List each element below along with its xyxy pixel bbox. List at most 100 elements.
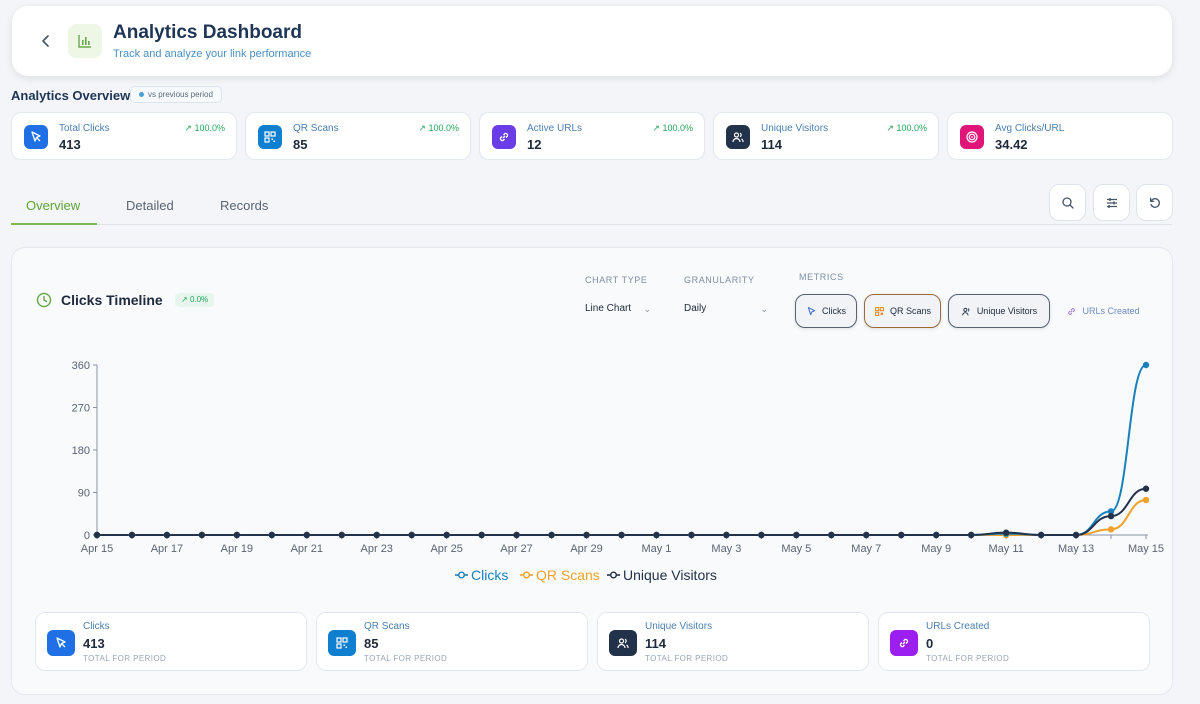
data-point-unique-visitors xyxy=(478,531,485,539)
summary-card-unique-visitors: Unique Visitors 114 TOTAL FOR PERIOD xyxy=(597,612,869,671)
data-point-clicks xyxy=(1142,361,1150,369)
legend-marker xyxy=(610,571,618,579)
chevron-left-icon xyxy=(42,35,49,47)
summary-label: Unique Visitors xyxy=(645,621,713,632)
legend-label: Unique Visitors xyxy=(623,567,717,583)
summary-value: 413 xyxy=(83,636,105,651)
y-tick-label: 270 xyxy=(72,403,90,415)
timeline-panel: Clicks Timeline ↗ 0.0% CHART TYPE Line C… xyxy=(11,247,1173,695)
summary-value: 85 xyxy=(364,636,379,651)
page-subtitle: Track and analyze your link performance xyxy=(113,48,312,60)
data-point-unique-visitors xyxy=(653,531,660,539)
summary-sublabel: TOTAL FOR PERIOD xyxy=(645,654,729,663)
stat-label: Avg Clicks/URL xyxy=(995,123,1065,134)
summary-label: URLs Created xyxy=(926,621,990,632)
stat-card-active-urls: Active URLs 12 ↗ 100.0% xyxy=(479,112,705,160)
x-tick-label: May 11 xyxy=(989,543,1024,555)
qr-icon xyxy=(258,125,282,149)
data-point-unique-visitors xyxy=(967,531,975,539)
x-tick-label: Apr 17 xyxy=(151,543,183,555)
refresh-icon xyxy=(1149,197,1160,208)
stat-change: ↗ 100.0% xyxy=(886,123,927,133)
search-icon xyxy=(1061,196,1074,209)
target-icon xyxy=(960,125,984,149)
search-button[interactable] xyxy=(1049,184,1086,221)
data-point-unique-visitors xyxy=(1107,512,1115,520)
y-tick-label: 360 xyxy=(72,360,90,372)
legend-label: QR Scans xyxy=(536,567,600,583)
data-point-unique-visitors xyxy=(303,531,310,539)
x-tick-label: Apr 29 xyxy=(570,543,602,555)
tab-detailed[interactable]: Detailed xyxy=(126,198,174,213)
active-tab-indicator xyxy=(11,223,97,225)
data-point-unique-visitors xyxy=(1037,531,1045,539)
data-point-unique-visitors xyxy=(513,531,520,539)
stat-value: 413 xyxy=(59,137,81,152)
timeline-chart: 0 90 180 270 360 Apr 15 Apr 17 Apr 19 Apr 21 Apr … xyxy=(72,360,1164,583)
page-header: Analytics Dashboard Track and analyze yo… xyxy=(12,6,1172,76)
data-point-unique-visitors xyxy=(758,531,765,539)
summary-value: 0 xyxy=(926,636,934,651)
bar-chart-icon xyxy=(68,24,102,58)
link-icon xyxy=(890,630,918,656)
series-line-clicks xyxy=(97,364,1147,536)
data-point-unique-visitors xyxy=(863,531,870,539)
stat-value: 85 xyxy=(293,137,308,152)
overview-title: Analytics Overview xyxy=(11,88,131,103)
tab-records[interactable]: Records xyxy=(220,198,268,213)
x-tick-label: Apr 25 xyxy=(430,543,462,555)
series-line-unique-visitors xyxy=(97,487,1147,536)
sliders-icon xyxy=(1106,197,1117,208)
legend-label: Clicks xyxy=(471,567,508,583)
data-point-unique-visitors xyxy=(723,531,730,539)
x-tick-label: Apr 23 xyxy=(361,543,393,555)
legend-marker xyxy=(523,571,531,579)
refresh-button[interactable] xyxy=(1136,184,1173,221)
y-tick-label: 0 xyxy=(84,530,90,542)
x-tick-label: Apr 19 xyxy=(221,543,253,555)
summary-label: QR Scans xyxy=(364,621,410,632)
stat-label: QR Scans xyxy=(293,123,339,134)
data-point-unique-visitors xyxy=(1002,529,1010,536)
stat-label: Unique Visitors xyxy=(761,123,829,134)
stat-change: ↗ 100.0% xyxy=(652,123,693,133)
filter-button[interactable] xyxy=(1093,184,1130,221)
stat-card-qr-scans: QR Scans 85 ↗ 100.0% xyxy=(245,112,471,160)
stat-change: ↗ 100.0% xyxy=(184,123,225,133)
data-point-unique-visitors xyxy=(93,531,101,539)
x-tick-label: May 5 xyxy=(781,543,811,555)
stat-label: Total Clicks xyxy=(59,123,110,134)
stat-change: ↗ 100.0% xyxy=(418,123,459,133)
summary-card-urls-created: URLs Created 0 TOTAL FOR PERIOD xyxy=(878,612,1150,671)
x-tick-label: May 7 xyxy=(851,543,881,555)
data-point-unique-visitors xyxy=(268,531,276,539)
series-line-qr-scans xyxy=(97,499,1147,536)
legend-marker xyxy=(458,571,466,579)
data-point-unique-visitors xyxy=(898,531,905,539)
x-tick-label: Apr 21 xyxy=(291,543,323,555)
page-title: Analytics Dashboard xyxy=(113,22,302,43)
data-point-unique-visitors xyxy=(163,531,171,539)
summary-sublabel: TOTAL FOR PERIOD xyxy=(83,654,167,663)
x-tick-label: May 1 xyxy=(641,543,671,555)
y-tick-label: 90 xyxy=(78,488,90,500)
tab-overview[interactable]: Overview xyxy=(26,198,80,213)
summary-sublabel: TOTAL FOR PERIOD xyxy=(364,654,448,663)
qr-icon xyxy=(328,630,356,656)
x-tick-label: Apr 27 xyxy=(500,543,532,555)
stat-card-total-clicks: Total Clicks 413 ↗ 100.0% xyxy=(11,112,237,160)
back-button[interactable] xyxy=(34,28,58,54)
stat-card-unique-visitors: Unique Visitors 114 ↗ 100.0% xyxy=(713,112,939,160)
summary-sublabel: TOTAL FOR PERIOD xyxy=(926,654,1010,663)
x-tick-label: May 13 xyxy=(1058,543,1094,555)
summary-card-qr-scans: QR Scans 85 TOTAL FOR PERIOD xyxy=(316,612,588,671)
summary-card-clicks: Clicks 413 TOTAL FOR PERIOD xyxy=(35,612,307,671)
stat-card-avg-clicks: Avg Clicks/URL 34.42 xyxy=(947,112,1173,160)
data-point-unique-visitors xyxy=(548,531,555,539)
data-point-unique-visitors xyxy=(583,531,590,539)
data-point-unique-visitors xyxy=(793,531,800,539)
data-point-unique-visitors xyxy=(373,531,380,539)
x-tick-label: May 9 xyxy=(921,543,951,555)
users-icon xyxy=(609,630,637,656)
tab-bar: Overview Detailed Records xyxy=(11,184,1172,225)
